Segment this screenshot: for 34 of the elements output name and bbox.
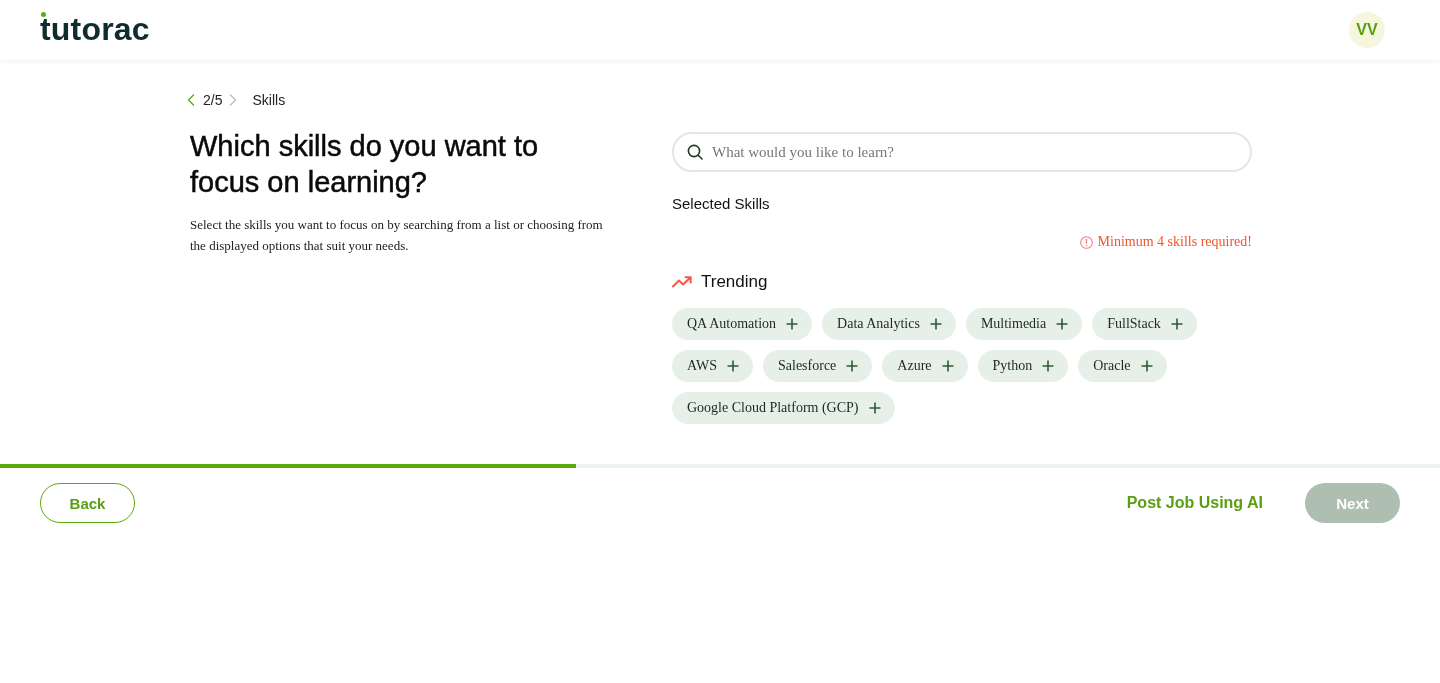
step-counter: 2/5 <box>203 92 223 108</box>
plus-icon <box>929 318 942 330</box>
add-skill-chip[interactable]: Multimedia <box>965 308 1083 340</box>
add-skill-chip[interactable]: Data Analytics <box>822 308 956 340</box>
page-title: Which skills do you want to focus on learning? <box>190 129 540 200</box>
search-field[interactable]: What would you like to learn? <box>672 132 1252 172</box>
plus-icon <box>1056 318 1069 330</box>
add-skill-chip[interactable]: FullStack <box>1092 308 1197 340</box>
exclamation-circle-icon <box>1079 235 1093 249</box>
add-skill-chip[interactable]: Azure <box>882 350 968 382</box>
logo-dot-icon <box>41 11 46 17</box>
section-heading: Trending <box>701 271 768 293</box>
step-label: Skills <box>252 92 286 108</box>
plus-icon <box>846 360 859 372</box>
plus-icon <box>1140 360 1153 372</box>
warning-message: Minimum 4 skills required! <box>1097 233 1252 251</box>
plus-icon <box>868 402 881 414</box>
plus-icon <box>941 360 954 372</box>
add-skill-chip[interactable]: QA Automation <box>672 308 813 340</box>
search-icon <box>687 144 703 160</box>
trending-up-icon <box>672 276 692 288</box>
add-skill-chip[interactable]: Salesforce <box>763 350 873 382</box>
plus-icon <box>786 318 799 330</box>
plus-icon <box>727 360 739 372</box>
section-heading: Selected Skills <box>672 194 771 214</box>
plus-icon <box>1042 360 1055 372</box>
page-description: Select the skills you want to focus on by searching from a list or choosing from the displayed options that suit your needs. <box>190 216 604 255</box>
plus-icon <box>1170 318 1183 330</box>
chevron-left-icon[interactable] <box>187 94 195 106</box>
add-skill-chip[interactable]: Oracle <box>1078 350 1167 382</box>
add-skill-chip[interactable]: AWS <box>672 350 753 382</box>
add-skill-chip[interactable]: Google Cloud Platform (GCP) <box>672 392 895 424</box>
add-skill-chip[interactable]: Python <box>977 350 1069 382</box>
logo: tutorac <box>40 16 150 41</box>
